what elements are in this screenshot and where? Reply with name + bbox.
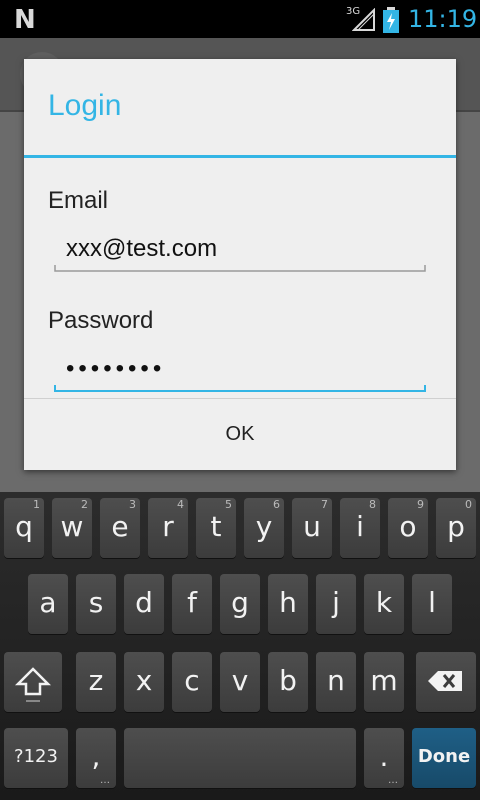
key-c[interactable]: c <box>172 652 212 712</box>
key-m[interactable]: m <box>364 652 404 712</box>
space-key[interactable] <box>124 728 356 788</box>
key-a[interactable]: a <box>28 574 68 634</box>
key-label: e <box>111 510 129 543</box>
backspace-icon <box>428 671 462 691</box>
soft-keyboard: q1w2e3r4t5y6u7i8o9p0 asdfghjkl zxcvbnm ?… <box>0 492 480 800</box>
key-n[interactable]: n <box>316 652 356 712</box>
ok-button[interactable]: OK <box>24 399 456 470</box>
key-w[interactable]: w2 <box>52 498 92 558</box>
key-x[interactable]: x <box>124 652 164 712</box>
shift-key[interactable] <box>4 652 62 712</box>
period-label: . <box>379 740 389 773</box>
battery-icon <box>383 7 399 33</box>
key-hint: 8 <box>369 498 376 511</box>
key-q[interactable]: q1 <box>4 498 44 558</box>
key-d[interactable]: d <box>124 574 164 634</box>
period-more-dots: … <box>388 775 398 786</box>
key-label: o <box>399 510 417 543</box>
key-v[interactable]: v <box>220 652 260 712</box>
shift-icon <box>14 667 52 702</box>
done-key[interactable]: Done <box>412 728 476 788</box>
key-label: q <box>15 510 33 543</box>
key-g[interactable]: g <box>220 574 260 634</box>
key-z[interactable]: z <box>76 652 116 712</box>
key-j[interactable]: j <box>316 574 356 634</box>
key-y[interactable]: y6 <box>244 498 284 558</box>
email-underline <box>54 265 426 272</box>
clock: 11:19 <box>408 5 478 33</box>
key-r[interactable]: r4 <box>148 498 188 558</box>
key-h[interactable]: h <box>268 574 308 634</box>
key-hint: 6 <box>273 498 280 511</box>
key-hint: 4 <box>177 498 184 511</box>
key-hint: 0 <box>465 498 472 511</box>
key-p[interactable]: p0 <box>436 498 476 558</box>
key-hint: 7 <box>321 498 328 511</box>
backspace-key[interactable] <box>416 652 476 712</box>
key-f[interactable]: f <box>172 574 212 634</box>
comma-key[interactable]: , … <box>76 728 116 788</box>
key-l[interactable]: l <box>412 574 452 634</box>
password-field[interactable] <box>54 351 438 387</box>
status-bar: N 3G 11:19 <box>0 0 480 38</box>
password-underline <box>54 385 426 392</box>
key-label: i <box>356 510 364 543</box>
dialog-title: Login <box>48 89 122 122</box>
period-key[interactable]: . … <box>364 728 404 788</box>
key-hint: 9 <box>417 498 424 511</box>
key-k[interactable]: k <box>364 574 404 634</box>
key-hint: 3 <box>129 498 136 511</box>
key-hint: 1 <box>33 498 40 511</box>
comma-label: , <box>91 740 101 773</box>
login-dialog: Login Email Password OK <box>24 59 456 470</box>
key-i[interactable]: i8 <box>340 498 380 558</box>
comma-more-dots: … <box>100 775 110 786</box>
email-label: Email <box>48 187 109 214</box>
key-label: p <box>447 510 465 543</box>
key-hint: 2 <box>81 498 88 511</box>
key-s[interactable]: s <box>76 574 116 634</box>
key-u[interactable]: u7 <box>292 498 332 558</box>
key-label: t <box>210 510 222 543</box>
key-o[interactable]: o9 <box>388 498 428 558</box>
key-label: r <box>162 510 174 543</box>
email-field[interactable] <box>54 231 438 267</box>
signal-icon <box>352 8 375 31</box>
key-label: u <box>303 510 321 543</box>
key-hint: 5 <box>225 498 232 511</box>
key-label: w <box>60 510 84 543</box>
key-e[interactable]: e3 <box>100 498 140 558</box>
key-label: y <box>255 510 273 543</box>
symbols-key[interactable]: ?123 <box>4 728 68 788</box>
title-divider <box>24 155 456 158</box>
notification-icon: N <box>14 5 36 35</box>
key-t[interactable]: t5 <box>196 498 236 558</box>
password-label: Password <box>48 307 154 334</box>
key-b[interactable]: b <box>268 652 308 712</box>
